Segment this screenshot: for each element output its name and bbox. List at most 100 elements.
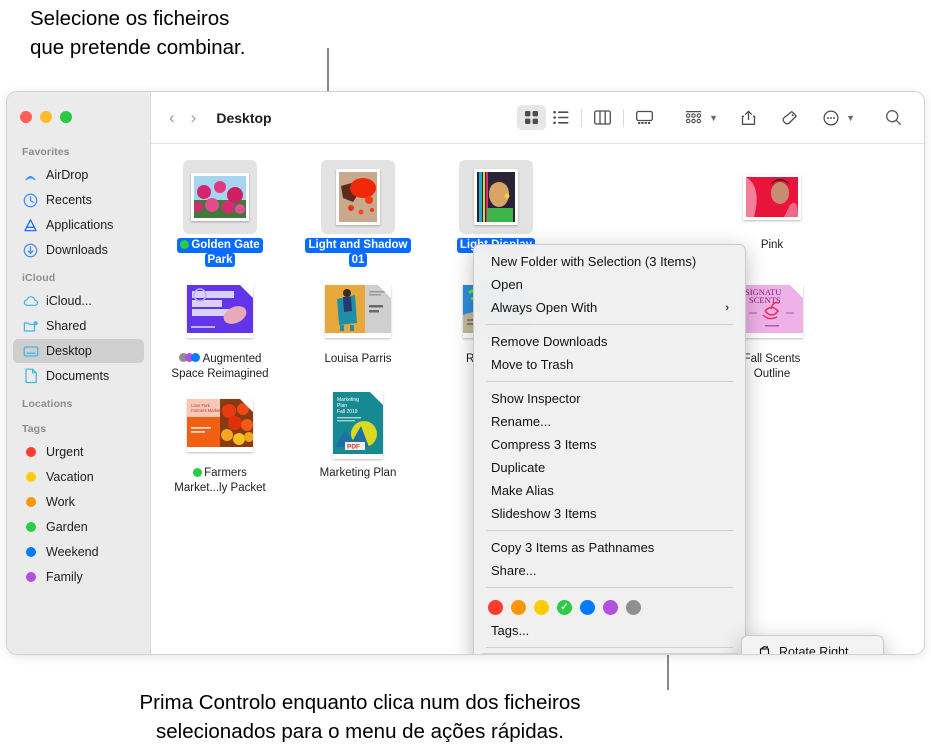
- context-menu[interactable]: New Folder with Selection (3 Items) Open A…: [473, 244, 746, 654]
- menu-item-tags[interactable]: Tags...: [479, 619, 740, 642]
- file-thumbnail: Lone Fork Farmers Market: [183, 388, 257, 462]
- tag-color-swatch[interactable]: [488, 600, 503, 615]
- quick-actions-submenu[interactable]: Rotate RightCreate PDFConvert ImageCusto…: [741, 635, 884, 654]
- sidebar-item-urgent[interactable]: Urgent: [13, 440, 144, 464]
- sidebar-item-label: Shared: [46, 319, 87, 333]
- menu-item-duplicate[interactable]: Duplicate: [479, 456, 740, 479]
- tag-color-swatch[interactable]: [603, 600, 618, 615]
- rotate-right-icon: [756, 645, 772, 654]
- menu-item-compress-3-items[interactable]: Compress 3 Items: [479, 433, 740, 456]
- forward-icon[interactable]: ›: [191, 109, 197, 126]
- finder-window: Favorites AirDrop Recents Applications Downl…: [6, 91, 925, 655]
- window-controls[interactable]: [20, 111, 72, 123]
- chevron-down-icon-group[interactable]: ▼: [709, 113, 718, 123]
- tag-color-swatch[interactable]: [580, 600, 595, 615]
- file-item[interactable]: Louisa Parris: [303, 274, 413, 381]
- sidebar-item-label: Garden: [46, 520, 88, 534]
- navigation-buttons: ‹ ›: [169, 109, 196, 126]
- more-actions-icon[interactable]: [816, 105, 845, 130]
- menu-item-quick-actions[interactable]: Quick Actions›: [479, 653, 740, 654]
- sidebar-item-label: Downloads: [46, 243, 108, 257]
- file-item[interactable]: Lone Fork Farmers Market Farmers Market...l…: [165, 388, 275, 495]
- tag-color-row[interactable]: ✓: [474, 593, 745, 619]
- sidebar-item-documents[interactable]: Documents: [13, 364, 144, 388]
- sidebar-item-icloud[interactable]: iCloud...: [13, 289, 144, 313]
- menu-item-move-to-trash[interactable]: Move to Trash: [479, 353, 740, 376]
- page-title: Desktop: [216, 109, 272, 126]
- search-icon[interactable]: [879, 105, 908, 130]
- checkmark-icon: ✓: [560, 601, 569, 613]
- list-view-icon[interactable]: [546, 105, 575, 130]
- tag-dot: [22, 544, 39, 561]
- sidebar-item-airdrop[interactable]: AirDrop: [13, 163, 144, 187]
- sidebar-group-title: Tags: [22, 423, 47, 435]
- file-item[interactable]: Golden Gate Park: [165, 160, 275, 267]
- sidebar-item-downloads[interactable]: Downloads: [13, 238, 144, 262]
- grid-view-icon[interactable]: [517, 105, 547, 130]
- back-icon[interactable]: ‹: [169, 109, 175, 126]
- file-label-line: Marketing Plan: [319, 467, 397, 479]
- menu-item-show-inspector[interactable]: Show Inspector: [479, 387, 740, 410]
- tag-color-swatch[interactable]: ✓: [557, 600, 572, 615]
- zoom-button[interactable]: [60, 111, 72, 123]
- file-label: Light and Shadow 01: [305, 238, 411, 267]
- menu-item-make-alias[interactable]: Make Alias: [479, 479, 740, 502]
- annotation-bottom-text: Prima Controlo enquanto clica num dos fi…: [139, 691, 581, 743]
- file-label-line: Market...ly Packet: [174, 481, 266, 494]
- file-label-line: Golden Gate: [177, 238, 263, 253]
- svg-text:PDF: PDF: [347, 443, 360, 450]
- tag-dot: [22, 469, 39, 486]
- file-label-line: Space Reimagined: [171, 367, 269, 380]
- sidebar-item-family[interactable]: Family: [13, 565, 144, 589]
- tag-dot: [22, 569, 39, 586]
- menu-item-open[interactable]: Open: [479, 273, 740, 296]
- menu-item-new-folder-with-selection-3-items[interactable]: New Folder with Selection (3 Items): [479, 250, 740, 273]
- tag-color-swatch[interactable]: [534, 600, 549, 615]
- menu-item-rename[interactable]: Rename...: [479, 410, 740, 433]
- file-tag-dots: [178, 353, 200, 362]
- sidebar-item-label: iCloud...: [46, 294, 92, 308]
- file-label: Marketing Plan: [315, 466, 402, 481]
- menu-item-label: Tags...: [491, 623, 530, 638]
- sidebar-item-label: Applications: [46, 218, 114, 232]
- file-thumbnail: [321, 274, 395, 348]
- menu-separator: [486, 530, 733, 531]
- sidebar-item-vacation[interactable]: Vacation: [13, 465, 144, 489]
- chevron-down-icon-more[interactable]: ▼: [846, 113, 855, 123]
- group-by-icon[interactable]: [679, 105, 708, 130]
- tag-color-swatch[interactable]: [511, 600, 526, 615]
- shared-folder-icon: [22, 318, 39, 335]
- menu-separator: [486, 647, 733, 648]
- file-item[interactable]: Marketing Plan Fall 2019 PDF Marketing Plan: [303, 388, 413, 495]
- tag-color-swatch[interactable]: [626, 600, 641, 615]
- sidebar-item-applications[interactable]: Applications: [13, 213, 144, 237]
- file-item[interactable]: Augmented Space Reimagined: [165, 274, 275, 381]
- file-thumbnail: [735, 160, 809, 234]
- submenu-item-rotate-right[interactable]: Rotate Right: [747, 641, 878, 654]
- menu-item-label: Make Alias: [491, 483, 554, 498]
- menu-item-slideshow-3-items[interactable]: Slideshow 3 Items: [479, 502, 740, 525]
- file-item[interactable]: Light and Shadow 01: [303, 160, 413, 267]
- sidebar-item-work[interactable]: Work: [13, 490, 144, 514]
- gallery-view-icon[interactable]: [630, 105, 659, 130]
- close-button[interactable]: [20, 111, 32, 123]
- column-view-icon[interactable]: [588, 105, 617, 130]
- tag-icon[interactable]: [775, 105, 804, 130]
- menu-separator: [486, 381, 733, 382]
- menu-item-always-open-with[interactable]: Always Open With ›: [479, 296, 740, 319]
- menu-item-label: Share...: [491, 563, 537, 578]
- sidebar-list: Favorites AirDrop Recents Applications Downl…: [7, 137, 150, 654]
- sidebar-item-weekend[interactable]: Weekend: [13, 540, 144, 564]
- menu-item-copy-3-items-as-pathnames[interactable]: Copy 3 Items as Pathnames: [479, 536, 740, 559]
- sidebar-item-shared[interactable]: Shared: [13, 314, 144, 338]
- sidebar-item-garden[interactable]: Garden: [13, 515, 144, 539]
- file-label-line: Farmers: [190, 466, 250, 481]
- share-icon[interactable]: [734, 105, 763, 130]
- sidebar-group-title: iCloud: [22, 272, 56, 284]
- menu-item-share[interactable]: Share...: [479, 559, 740, 582]
- cloud-icon: [22, 293, 39, 310]
- sidebar-item-desktop[interactable]: Desktop: [13, 339, 144, 363]
- sidebar-item-recents[interactable]: Recents: [13, 188, 144, 212]
- menu-item-remove-downloads[interactable]: Remove Downloads: [479, 330, 740, 353]
- minimize-button[interactable]: [40, 111, 52, 123]
